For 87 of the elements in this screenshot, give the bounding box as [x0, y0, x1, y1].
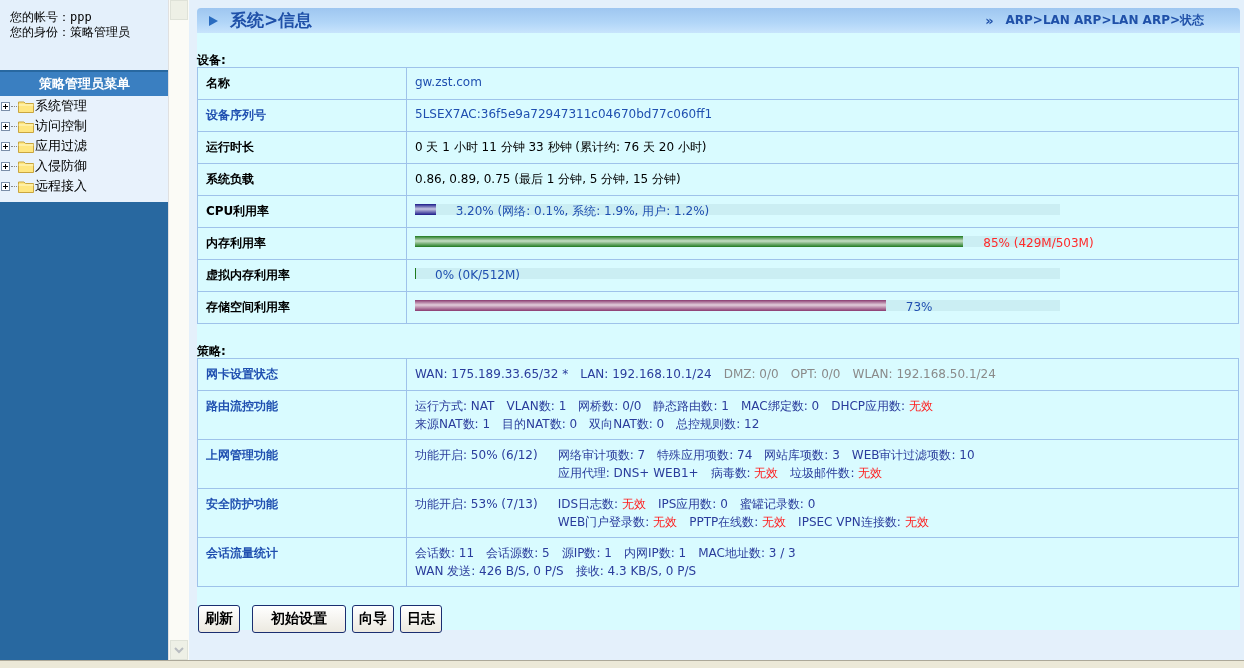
- breadcrumb-marker: »: [985, 13, 994, 28]
- row-label: 运行时长: [197, 131, 407, 164]
- stat-text: 总控规则数: 12: [676, 416, 760, 433]
- stat-text: OPT: 0/0: [790, 366, 841, 383]
- stat-text: 静态路由数: 1: [653, 398, 729, 415]
- row-value: gw.zst.com: [415, 75, 482, 89]
- menu-item[interactable]: 系统管理: [35, 97, 87, 115]
- row-label: 内存利用率: [197, 227, 407, 260]
- usage-reading: 73%: [905, 300, 933, 314]
- stat-text: WAN 发送: 426 B/S, 0 P/S: [415, 563, 564, 580]
- expand-toggle-icon[interactable]: [1, 121, 10, 131]
- stat-text: WAN: 175.189.33.65/32 *: [415, 366, 569, 383]
- menu-item[interactable]: 远程接入: [35, 177, 87, 195]
- expand-toggle-icon[interactable]: [1, 181, 10, 191]
- action-button[interactable]: 向导: [352, 605, 394, 633]
- triangle-icon: [209, 15, 218, 26]
- expand-toggle-icon[interactable]: [1, 101, 10, 111]
- stat-text: 运行方式: NAT: [415, 398, 495, 415]
- usage-reading: 85% (429M/503M): [983, 236, 1094, 250]
- folder-icon: [18, 179, 34, 193]
- stat-text: 来源NAT数: 1: [415, 416, 491, 433]
- menu-item[interactable]: 访问控制: [35, 117, 87, 135]
- action-button[interactable]: 初始设置: [252, 605, 346, 633]
- stat-text: WEB门户登录数: 无效: [557, 514, 678, 531]
- stat-text: 特殊应用项数: 74: [657, 447, 753, 464]
- chevron-down-icon: [173, 646, 185, 654]
- stat-text: IDS日志数: 无效: [557, 496, 646, 513]
- stat-text: 应用代理: DNS+ WEB1+: [557, 465, 699, 482]
- row-value: 5LSEX7AC:36f5e9a72947311c04670bd77c060ff1: [415, 107, 713, 121]
- menu-item[interactable]: 应用过滤: [35, 137, 87, 155]
- stat-text: 网桥数: 0/0: [578, 398, 642, 415]
- row-label: 存储空间利用率: [197, 291, 407, 324]
- stat-text: 会话源数: 5: [486, 545, 550, 562]
- usage-reading: 3.20% (网络: 0.1%, 系统: 1.9%, 用户: 1.2%): [455, 204, 710, 218]
- stat-text: WLAN: 192.168.50.1/24: [852, 366, 996, 383]
- stat-text: PPTP在线数: 无效: [689, 514, 787, 531]
- row-label: 安全防护功能: [197, 488, 407, 538]
- section-heading: 设备:: [197, 53, 227, 67]
- usage-reading: 0% (0K/512M): [435, 268, 521, 282]
- stat-text: 双向NAT数: 0: [589, 416, 665, 433]
- account-text: 您的帐号：ppp: [10, 10, 93, 25]
- folder-icon: [18, 139, 34, 153]
- stat-text: MAC地址数: 3 / 3: [698, 545, 796, 562]
- stat-text: 接收: 4.3 KB/S, 0 P/S: [575, 563, 697, 580]
- row-value: 0 天 1 小时 11 分钟 33 秒钟 (累计约: 76 天 20 小时): [415, 140, 707, 154]
- stat-text: 目的NAT数: 0: [502, 416, 578, 433]
- menu-item[interactable]: 入侵防御: [35, 157, 87, 175]
- stat-text: DHCP应用数: 无效: [831, 398, 933, 415]
- expand-toggle-icon[interactable]: [1, 161, 10, 171]
- folder-icon: [18, 119, 34, 133]
- row-label: 系统负载: [197, 163, 407, 196]
- stat-text: 网站库项数: 3: [764, 447, 840, 464]
- stat-text: VLAN数: 1: [506, 398, 567, 415]
- section-heading: 策略:: [197, 344, 227, 358]
- stat-text: 功能开启: 50% (6/12): [415, 448, 538, 462]
- account-text: 您的身份：策略管理员: [10, 25, 131, 40]
- row-label: 虚拟内存利用率: [197, 259, 407, 292]
- row-label: 路由流控功能: [197, 390, 407, 440]
- stat-text: 内网IP数: 1: [623, 545, 687, 562]
- page-title: 系统>信息: [230, 9, 313, 32]
- action-button[interactable]: 日志: [400, 605, 442, 633]
- breadcrumb: ARP>LAN ARP>LAN ARP>状态: [1005, 12, 1204, 29]
- stat-text: DMZ: 0/0: [723, 366, 779, 383]
- expand-toggle-icon[interactable]: [1, 141, 10, 151]
- stat-text: 蜜罐记录数: 0: [739, 496, 816, 513]
- stat-text: LAN: 192.168.10.1/24: [580, 366, 712, 383]
- stat-text: MAC绑定数: 0: [741, 398, 820, 415]
- stat-text: 源IP数: 1: [561, 545, 612, 562]
- row-label: CPU利用率: [197, 195, 407, 228]
- row-label: 设备序列号: [197, 99, 407, 132]
- stat-text: 病毒数: 无效: [710, 465, 779, 482]
- stat-text: IPSEC VPN连接数: 无效: [798, 514, 929, 531]
- row-value: 0.86, 0.89, 0.75 (最后 1 分钟, 5 分钟, 15 分钟): [415, 172, 681, 186]
- stat-text: 会话数: 11: [415, 545, 475, 562]
- row-label: 上网管理功能: [197, 439, 407, 489]
- stat-text: IPS应用数: 0: [657, 496, 728, 513]
- row-label: 名称: [197, 67, 407, 100]
- row-label: 会话流量统计: [197, 537, 407, 587]
- menu-title: 策略管理员菜单: [0, 72, 168, 96]
- folder-icon: [18, 159, 34, 173]
- row-label: 网卡设置状态: [197, 358, 407, 391]
- folder-icon: [18, 99, 34, 113]
- stat-text: 网络审计项数: 7: [557, 447, 646, 464]
- action-button[interactable]: 刷新: [198, 605, 240, 633]
- stat-text: 功能开启: 53% (7/13): [415, 497, 538, 511]
- stat-text: WEB审计过滤项数: 10: [851, 447, 975, 464]
- stat-text: 垃圾邮件数: 无效: [790, 465, 883, 482]
